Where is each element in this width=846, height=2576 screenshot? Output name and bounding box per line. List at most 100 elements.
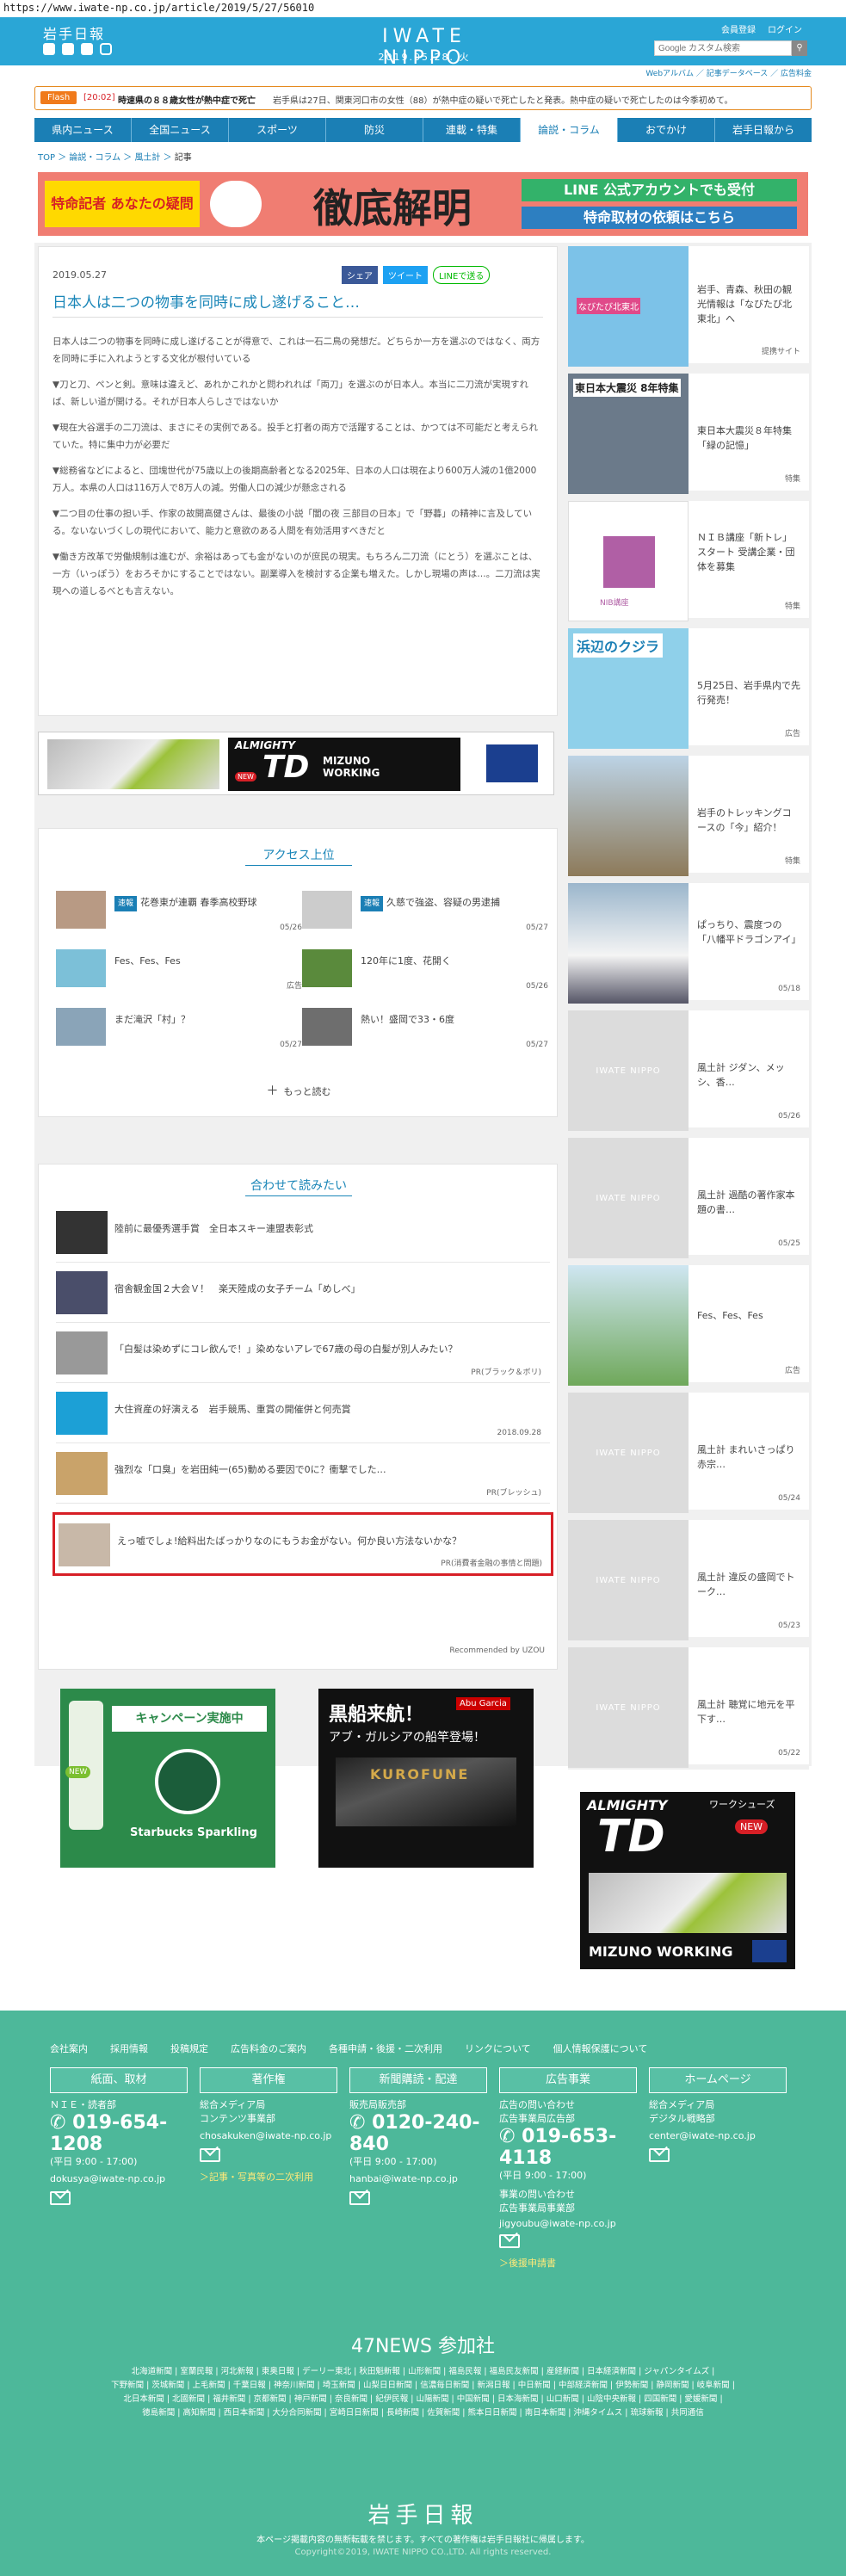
footer-link-links[interactable]: リンクについて xyxy=(465,2042,531,2055)
starbucks-ad[interactable]: キャンペーン実施中 Starbucks Sparkling NEW xyxy=(60,1689,275,1868)
sidebar-item[interactable]: 岩手のトレッキングコースの「今」紹介！ 特集 xyxy=(568,756,809,878)
sidebar-meta: 05/23 xyxy=(778,1622,800,1630)
footer-col-copyright: 著作権 総合メディア局 コンテンツ事業部 chosakuken@iwate-np… xyxy=(200,2067,337,2184)
sidebar-item[interactable]: ぱっちり、震度つの「八幡平ドラゴンアイ」 05/18 xyxy=(568,883,809,1005)
sidebar-item[interactable]: IWATE NIPPO 風土計 まれいさっぱり赤宗… 05/24 xyxy=(568,1393,809,1515)
footer-col-head[interactable]: 紙面、取材 xyxy=(50,2067,188,2093)
news47-row[interactable]: 北海道新聞 | 室蘭民報 | 河北新報 | 東奥日報 | デーリー東北 | 秋田… xyxy=(52,2365,794,2379)
instagram-icon[interactable] xyxy=(100,43,112,55)
footer-email[interactable]: hanbai@iwate-np.co.jp xyxy=(349,2172,487,2186)
sidebar-text: 風土計 聴覚に地元を平下す… xyxy=(697,1699,795,1725)
breadcrumb-fudokei[interactable]: 風土計 xyxy=(134,153,160,163)
ranking-item[interactable]: 速報 花巻東が連覇 春季高校野球 05/26 xyxy=(56,891,306,934)
mail-icon[interactable] xyxy=(349,2191,487,2208)
breadcrumb-top[interactable]: TOP xyxy=(38,153,55,163)
tokumei-banner[interactable]: 特命記者 あなたの疑問 徹底解明 LINE 公式アカウントでも受付 特命取材の依… xyxy=(38,172,808,236)
sidebar-thumb-placeholder: IWATE NIPPO xyxy=(568,1393,689,1513)
article-body: 日本人は二つの物事を同時に成し遂げることが得意で、これは一石二鳥の発想だ。どちら… xyxy=(52,333,545,608)
uzou-credit[interactable]: Recommended by UZOU xyxy=(449,1646,545,1655)
news47-row[interactable]: 北日本新聞 | 北國新聞 | 福井新聞 | 京都新聞 | 神戸新聞 | 奈良新聞… xyxy=(52,2393,794,2406)
mail-icon[interactable] xyxy=(499,2234,637,2251)
line-share-button[interactable]: LINEで送る xyxy=(433,266,491,284)
banner-character-image xyxy=(210,181,262,227)
footer-link-submission[interactable]: 投稿規定 xyxy=(170,2042,208,2055)
breadcrumb-opinion[interactable]: 論説・コラム xyxy=(69,153,120,163)
mail-icon[interactable] xyxy=(200,2148,337,2165)
footer-link-privacy[interactable]: 個人情報保護について xyxy=(553,2042,648,2055)
article-db-link[interactable]: 記事データベース xyxy=(707,70,769,78)
recommend-meta: PR(ブラック＆ボリ) xyxy=(471,1368,541,1377)
ad-headline: 黒船来航！ xyxy=(329,1704,424,1726)
ranking-item[interactable]: 熱い！盛岡で33・6度 05/27 xyxy=(302,1008,552,1051)
news47-row[interactable]: 下野新聞 | 茨城新聞 | 上毛新聞 | 千葉日報 | 神奈川新聞 | 埼玉新聞… xyxy=(52,2379,794,2393)
kurofune-ad[interactable]: 黒船来航！ Abu Garcia アブ・ガルシアの船竿登場！ KUROFUNE xyxy=(318,1689,534,1868)
search-input[interactable] xyxy=(654,40,792,56)
sidebar-item[interactable]: NIB講座 ＮＩＢ講座「新トレ」スタート 受講企業・団体を募集 特集 xyxy=(568,501,809,623)
tweet-button[interactable]: ツイート xyxy=(383,266,428,284)
sidebar-mizuno-ad[interactable]: ALMIGHTY TD ワークシューズ NEW MIZUNO WORKING xyxy=(580,1792,795,1969)
flash-bar[interactable]: Flash [20:02] 時速県の８８歳女性が熱中症で死亡 岩手県は27日、関… xyxy=(34,86,812,110)
nav-opinion[interactable]: 論説・コラム xyxy=(521,118,618,142)
recommend-text: 宿舎観金国２大会Ｖ！ 楽天陸成の女子チーム「めしべ」 xyxy=(114,1283,361,1294)
member-register-link[interactable]: 会員登録 xyxy=(721,22,756,35)
recommend-item-highlighted[interactable]: えっ嘘でしょ!給料出たばっかりなのにもうお金がない。何か良い方法ないかな？ PR… xyxy=(52,1512,553,1576)
footer-email[interactable]: dokusya@iwate-np.co.jp xyxy=(50,2172,188,2186)
nav-national-news[interactable]: 全国ニュース xyxy=(132,118,229,142)
mail-icon[interactable] xyxy=(50,2191,188,2208)
sidebar-item[interactable]: IWATE NIPPO 風土計 過酷の著作家本題の書… 05/25 xyxy=(568,1138,809,1260)
ranking-item[interactable]: Fes、Fes、Fes 広告 xyxy=(56,949,306,992)
sidebar-item[interactable]: IWATE NIPPO 風土計 聴覚に地元を平下す… 05/22 xyxy=(568,1647,809,1770)
footer-email[interactable]: center@iwate-np.co.jp xyxy=(649,2129,787,2143)
sidebar-item[interactable]: 浜辺のクジラ 5月25日、岩手県内で先行発売！ 広告 xyxy=(568,628,809,751)
footer-secondary-use-link[interactable]: ＞記事・写真等の二次利用 xyxy=(200,2170,337,2184)
recommend-item[interactable]: 宿舎観金国２大会Ｖ！ 楽天陸成の女子チーム「めしべ」 xyxy=(56,1263,550,1323)
footer-logo[interactable]: 岩手日報 xyxy=(0,2498,846,2530)
sidebar-item[interactable]: IWATE NIPPO 風土計 違反の盛岡でトーク… 05/23 xyxy=(568,1520,809,1642)
sidebar-item[interactable]: 東日本大震災 8年特集 東日本大震災８年特集「緑の記憶」 特集 xyxy=(568,374,809,496)
recommend-item[interactable]: 大住資産の好演える 岩手競馬、重賞の開催併と何売賞 2018.09.28 xyxy=(56,1383,550,1443)
footer-email[interactable]: jigyoubu@iwate-np.co.jp xyxy=(499,2217,637,2231)
footer-link-applications[interactable]: 各種申請・後援・二次利用 xyxy=(329,2042,442,2055)
mizuno-ad[interactable]: ALMIGHTY TD NEW MIZUNO WORKING xyxy=(38,732,554,795)
footer-email[interactable]: chosakuken@iwate-np.co.jp xyxy=(200,2129,337,2143)
sidebar-item[interactable]: Fes、Fes、Fes 広告 xyxy=(568,1265,809,1387)
web-album-link[interactable]: Webアルバム xyxy=(645,70,694,78)
mail-icon[interactable] xyxy=(649,2148,787,2165)
header-logo[interactable]: 岩手日報 xyxy=(43,22,105,43)
ranking-item[interactable]: 速報 久慈で強盗、容疑の男逮捕 05/27 xyxy=(302,891,552,934)
nav-from-nippo[interactable]: 岩手日報から xyxy=(715,118,812,142)
url-bar[interactable]: https://www.iwate-np.co.jp/article/2019/… xyxy=(0,0,846,17)
read-more-button[interactable]: ＋ もっと読む xyxy=(39,1082,559,1099)
footer-link-ad-rate[interactable]: 広告料金のご案内 xyxy=(231,2042,306,2055)
recommend-item[interactable]: 陸前に最優秀選手賞 全日本スキー連盟表彰式 xyxy=(56,1202,550,1263)
mizuno-logo-icon xyxy=(486,744,538,782)
footer-link-recruit[interactable]: 採用情報 xyxy=(110,2042,148,2055)
nav-disaster[interactable]: 防災 xyxy=(326,118,423,142)
footer-col-head[interactable]: ホームページ xyxy=(649,2067,787,2093)
search-button[interactable]: ⚲ xyxy=(792,40,807,56)
sidebar-item[interactable]: なびたび北東北 岩手、青森、秋田の観光情報は「なびたび北東北」へ 提携サイト xyxy=(568,246,809,368)
facebook-share-button[interactable]: シェア xyxy=(342,266,378,284)
ranking-item[interactable]: まだ滝沢「村」？ 05/27 xyxy=(56,1008,306,1051)
ad-rate-link[interactable]: 広告料金 xyxy=(781,70,812,78)
login-link[interactable]: ログイン xyxy=(768,22,802,35)
flash-headline[interactable]: 時速県の８８歳女性が熱中症で死亡 xyxy=(118,93,256,106)
nav-features[interactable]: 連載・特集 xyxy=(423,118,521,142)
footer-col-head[interactable]: 広告事業 xyxy=(499,2067,637,2093)
ranking-item[interactable]: 120年に1度、花開く 05/26 xyxy=(302,949,552,992)
recommend-item[interactable]: 「白髪は染めずにコレ飲んで！」染めないアレで67歳の母の白髪が別人みたい？ PR… xyxy=(56,1323,550,1383)
news47-row[interactable]: 徳島新聞 | 高知新聞 | 西日本新聞 | 大分合同新聞 | 宮崎日日新聞 | … xyxy=(52,2406,794,2420)
nav-outing[interactable]: おでかけ xyxy=(618,118,715,142)
recommend-text: 強烈な「口臭」を岩田純一(65)動める要因で0に？衝撃でした… xyxy=(114,1464,386,1475)
footer-link-company[interactable]: 会社案内 xyxy=(50,2042,88,2055)
recommend-item[interactable]: 強烈な「口臭」を岩田純一(65)動める要因で0に？衝撃でした… PR(ブレッシュ… xyxy=(56,1443,550,1504)
footer-col-head[interactable]: 著作権 xyxy=(200,2067,337,2093)
nav-sports[interactable]: スポーツ xyxy=(229,118,326,142)
sidebar-item[interactable]: IWATE NIPPO 風土計 ジダン、メッシ、香… 05/26 xyxy=(568,1010,809,1133)
rss-icon[interactable] xyxy=(81,43,93,55)
twitter-icon[interactable] xyxy=(43,43,55,55)
nav-local-news[interactable]: 県内ニュース xyxy=(34,118,132,142)
footer-sponsor-link[interactable]: ＞後援申請書 xyxy=(499,2256,637,2270)
facebook-icon[interactable] xyxy=(62,43,74,55)
footer-col-head[interactable]: 新聞購読・配達 xyxy=(349,2067,487,2093)
